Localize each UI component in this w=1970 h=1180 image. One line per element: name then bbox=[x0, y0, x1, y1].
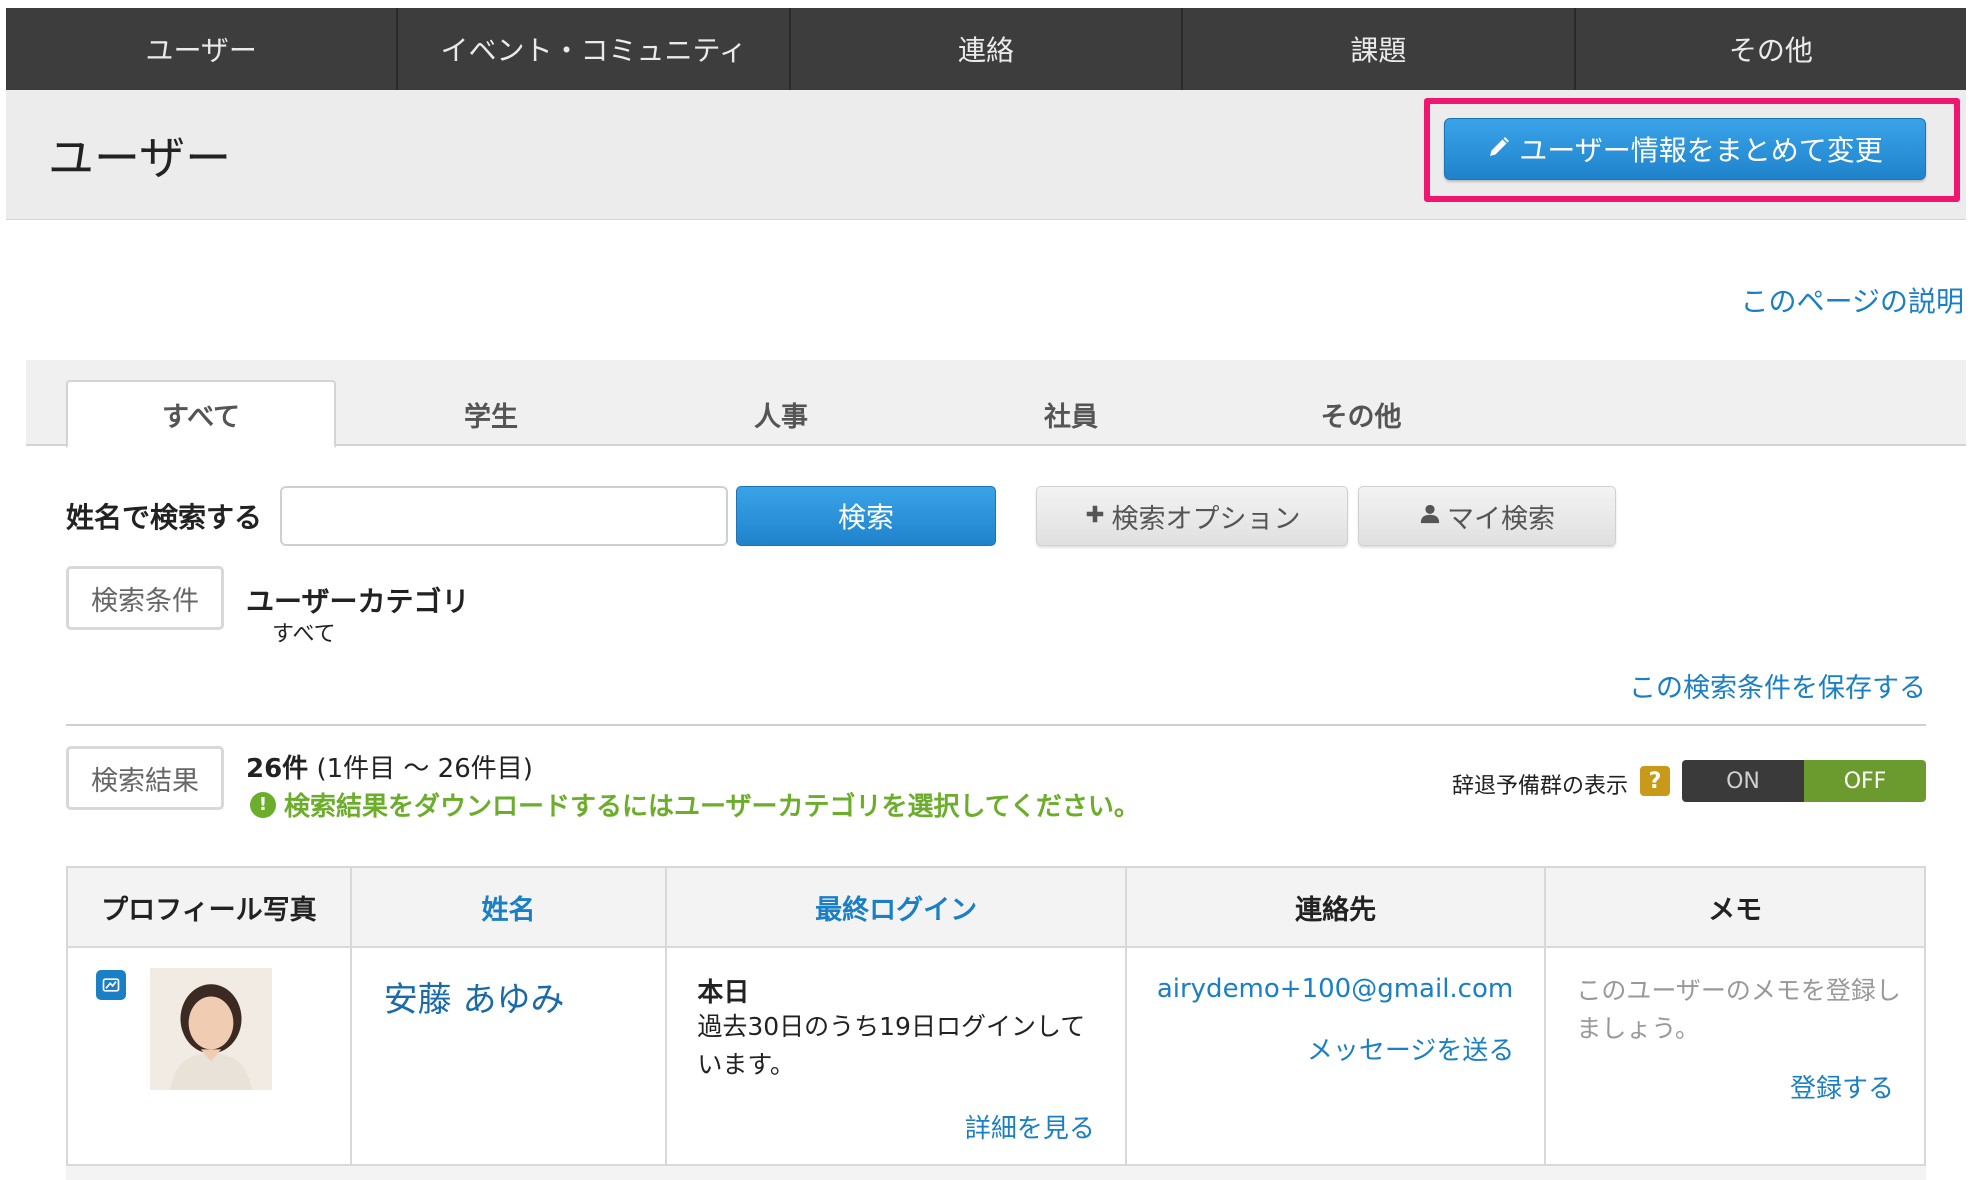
toggle-off[interactable]: OFF bbox=[1804, 760, 1926, 802]
result-count: 26件 (1件目 〜 26件目) bbox=[246, 748, 533, 785]
name-search-input[interactable] bbox=[280, 486, 728, 546]
my-search-label: マイ検索 bbox=[1447, 503, 1555, 535]
header-profile-photo: プロフィール写真 bbox=[66, 866, 352, 948]
decline-group-toggle-label: 辞退予備群の表示 bbox=[1452, 774, 1629, 799]
login-frequency-text: 過去30日のうち19日ログインしています。 bbox=[697, 1012, 1086, 1079]
last-login-cell: 本日 過去30日のうち19日ログインしています。 詳細を見る bbox=[665, 946, 1127, 1166]
plus-icon bbox=[1084, 501, 1106, 532]
download-warning-text: 検索結果をダウンロードするにはユーザーカテゴリを選択してください。 bbox=[284, 792, 1140, 822]
header-contact: 連絡先 bbox=[1124, 866, 1547, 948]
user-table: プロフィール写真 姓名 最終ログイン 連絡先 メモ 安藤 あゆみ 本日 過去30… bbox=[66, 866, 1926, 1166]
name-cell: 安藤 あゆみ bbox=[349, 946, 668, 1166]
search-conditions-box: 検索条件 bbox=[66, 566, 224, 630]
search-results-box: 検索結果 bbox=[66, 746, 224, 810]
table-row: 安藤 あゆみ 本日 過去30日のうち19日ログインしています。 詳細を見る ai… bbox=[66, 946, 1926, 1166]
result-count-total: 26件 bbox=[246, 754, 309, 784]
nav-item-contact[interactable]: 連絡 bbox=[791, 8, 1184, 90]
nav-item-users[interactable]: ユーザー bbox=[6, 8, 399, 90]
table-row-partial bbox=[66, 1164, 1926, 1180]
pencil-icon bbox=[1487, 133, 1511, 166]
last-login-value: 本日 bbox=[697, 978, 750, 1008]
user-icon bbox=[1419, 501, 1441, 532]
memo-placeholder: このユーザーのメモを登録しましょう。 bbox=[1576, 976, 1901, 1043]
view-details-link[interactable]: 詳細を見る bbox=[965, 1108, 1095, 1145]
page-header: ユーザー ユーザー情報をまとめて変更 bbox=[6, 90, 1966, 220]
edit-profile-icon[interactable] bbox=[96, 970, 126, 1000]
question-icon[interactable]: ? bbox=[1640, 766, 1670, 796]
top-nav: ユーザー イベント・コミュニティ 連絡 課題 その他 bbox=[6, 8, 1966, 90]
page-help-link[interactable]: このページの説明 bbox=[1741, 280, 1964, 320]
memo-cell: このユーザーのメモを登録しましょう。 登録する bbox=[1544, 946, 1926, 1166]
bulk-edit-users-button[interactable]: ユーザー情報をまとめて変更 bbox=[1444, 118, 1926, 180]
tab-hr[interactable]: 人事 bbox=[646, 380, 916, 448]
nav-item-events-community[interactable]: イベント・コミュニティ bbox=[398, 8, 791, 90]
download-warning: ! 検索結果をダウンロードするにはユーザーカテゴリを選択してください。 bbox=[250, 786, 1140, 823]
avatar[interactable] bbox=[150, 968, 272, 1090]
toggle-on[interactable]: ON bbox=[1682, 760, 1804, 802]
my-search-button[interactable]: マイ検索 bbox=[1358, 486, 1616, 546]
send-message-link[interactable]: メッセージを送る bbox=[1307, 1030, 1514, 1067]
tab-students[interactable]: 学生 bbox=[356, 380, 626, 448]
search-button[interactable]: 検索 bbox=[736, 486, 996, 546]
search-options-label: 検索オプション bbox=[1111, 503, 1301, 535]
exclamation-icon: ! bbox=[250, 791, 276, 818]
header-memo: メモ bbox=[1544, 866, 1926, 948]
result-count-range: (1件目 〜 26件目) bbox=[308, 754, 533, 784]
tab-employees[interactable]: 社員 bbox=[936, 380, 1206, 448]
name-search-label: 姓名で検索する bbox=[66, 501, 263, 534]
tab-other[interactable]: その他 bbox=[1226, 380, 1496, 448]
condition-value: すべて bbox=[272, 622, 336, 647]
nav-item-assignments[interactable]: 課題 bbox=[1183, 8, 1576, 90]
decline-group-toggle[interactable]: ON OFF bbox=[1682, 760, 1926, 802]
bulk-edit-users-label: ユーザー情報をまとめて変更 bbox=[1519, 134, 1883, 167]
nav-item-other[interactable]: その他 bbox=[1576, 8, 1966, 90]
header-last-login-sort[interactable]: 最終ログイン bbox=[665, 866, 1127, 948]
save-search-conditions-link[interactable]: この検索条件を保存する bbox=[1629, 666, 1926, 705]
contact-cell: airydemo+100@gmail.com メッセージを送る bbox=[1124, 946, 1547, 1166]
header-name-sort[interactable]: 姓名 bbox=[349, 866, 668, 948]
category-tab-bar: すべて 学生 人事 社員 その他 bbox=[26, 360, 1966, 448]
register-memo-link[interactable]: 登録する bbox=[1790, 1068, 1894, 1105]
page-title: ユーザー bbox=[48, 131, 232, 185]
condition-title: ユーザーカテゴリ bbox=[246, 585, 470, 618]
section-divider bbox=[66, 724, 1926, 726]
profile-photo-cell bbox=[66, 946, 352, 1166]
table-header-row: プロフィール写真 姓名 最終ログイン 連絡先 メモ bbox=[66, 866, 1926, 948]
user-name-link[interactable]: 安藤 あゆみ bbox=[384, 972, 565, 1021]
email-link[interactable]: airydemo+100@gmail.com bbox=[1157, 974, 1513, 1004]
tab-all[interactable]: すべて bbox=[66, 380, 336, 448]
search-options-button[interactable]: 検索オプション bbox=[1036, 486, 1348, 546]
